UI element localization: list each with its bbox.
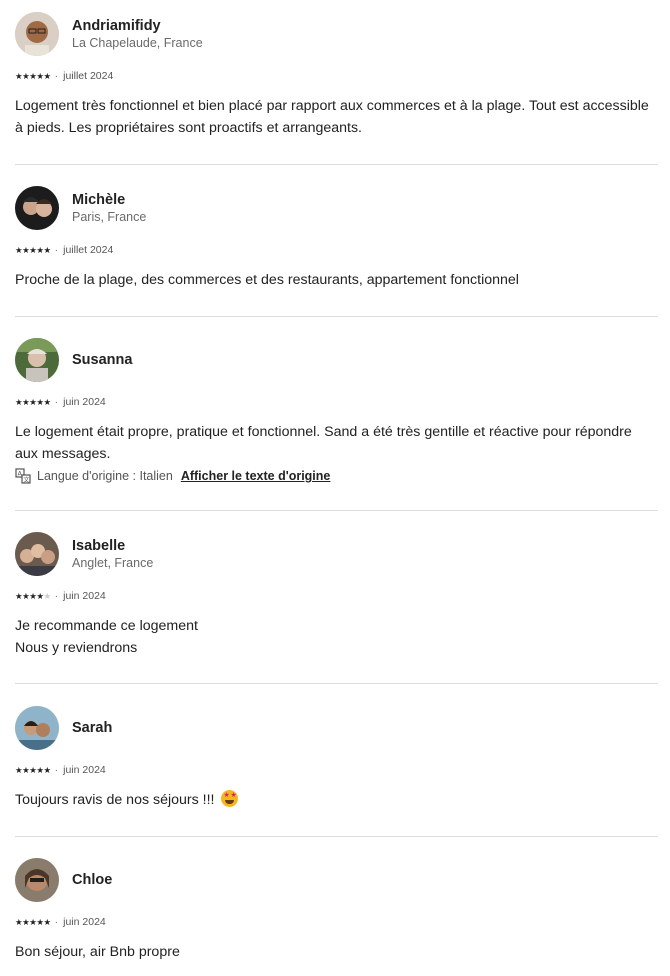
reviewer-name: Isabelle: [72, 538, 126, 554]
star-icon: ★: [36, 397, 44, 407]
reviewer-name: Susanna: [72, 352, 133, 368]
star-icon: ★: [29, 917, 37, 927]
review-text: Je recommande ce logement Nous y reviend…: [15, 615, 658, 659]
star-icon: ★: [36, 245, 44, 255]
review-text: Proche de la plage, des commerces et des…: [15, 269, 658, 291]
review-text-line: Le logement était propre, pratique et fo…: [15, 424, 632, 462]
star-icon: ★: [43, 765, 52, 775]
review-item: Chloe ★ ★ ★ ★ ★ · juin 2024 Bon séjour, air …: [15, 858, 658, 963]
reviewer-name: Sarah: [72, 720, 113, 736]
review-meta: ★ ★ ★ ★ ★ · juin 2024: [15, 764, 106, 776]
svg-text:文: 文: [23, 476, 29, 484]
reviewer-location: Anglet, France: [72, 556, 154, 570]
star-icon: ★: [36, 917, 44, 927]
review-date: juillet 2024: [63, 244, 114, 256]
star-icon: ★: [29, 397, 37, 407]
star-icon: ★: [43, 591, 52, 601]
rating-stars: ★ ★ ★ ★ ★: [15, 71, 51, 81]
review-meta: ★ ★ ★ ★ ★ · juillet 2024: [15, 244, 114, 256]
review-header: Susanna: [15, 338, 658, 382]
reviewer-name: Michèle: [72, 192, 126, 208]
review-date: juillet 2024: [63, 70, 114, 82]
review-meta: ★ ★ ★ ★ ★ · juillet 2024: [15, 70, 114, 82]
divider: [15, 164, 658, 165]
review-meta: ★ ★ ★ ★ ★ · juin 2024: [15, 916, 106, 928]
star-icon: ★: [22, 397, 30, 407]
star-icon: ★: [22, 591, 30, 601]
rating-stars: ★ ★ ★ ★ ★: [15, 397, 51, 407]
review-text-line: Toujours ravis de nos séjours !!!: [15, 792, 215, 808]
divider: [15, 683, 658, 684]
rating-stars: ★ ★ ★ ★ ★: [15, 765, 51, 775]
star-icon: ★: [15, 591, 23, 601]
rating-stars: ★ ★ ★ ★ ★: [15, 917, 51, 927]
star-icon: ★: [22, 917, 30, 927]
review-text: Toujours ravis de nos séjours !!! ★ ★: [15, 789, 658, 811]
review-header: Chloe: [15, 858, 658, 902]
review-text-line: Proche de la plage, des commerces et des…: [15, 272, 519, 288]
reviewer-location: La Chapelaude, France: [72, 36, 203, 50]
review-date: juin 2024: [63, 764, 106, 776]
review-text: Logement très fonctionnel et bien placé …: [15, 95, 658, 139]
review-header: Michèle Paris, France: [15, 186, 658, 230]
review-text-line: Bon séjour, air Bnb propre: [15, 944, 180, 960]
star-icon: ★: [22, 245, 30, 255]
star-icon: ★: [15, 71, 23, 81]
avatar[interactable]: [15, 858, 59, 902]
divider: [15, 836, 658, 837]
star-icon: ★: [43, 71, 52, 81]
star-icon: ★: [15, 245, 23, 255]
divider: [15, 316, 658, 317]
star-icon: ★: [15, 917, 23, 927]
review-text-line: Nous y reviendrons: [15, 640, 138, 656]
star-icon: ★: [36, 71, 44, 81]
star-icon: ★: [36, 765, 44, 775]
avatar[interactable]: [15, 706, 59, 750]
review-date: juin 2024: [63, 916, 106, 928]
star-icon: ★: [29, 245, 37, 255]
star-icon: ★: [29, 765, 37, 775]
review-meta: ★ ★ ★ ★ ★ · juin 2024: [15, 396, 106, 408]
review-text: Le logement était propre, pratique et fo…: [15, 421, 658, 465]
review-text: Bon séjour, air Bnb propre: [15, 941, 658, 963]
translate-icon: A文: [15, 468, 31, 484]
reviewer-location: Paris, France: [72, 210, 147, 224]
review-header: Sarah: [15, 706, 658, 750]
star-icon: ★: [29, 71, 37, 81]
review-item: Sarah ★ ★ ★ ★ ★ · juin 2024 Toujours ravis d…: [15, 706, 658, 811]
review-text-line: Logement très fonctionnel et bien placé …: [15, 98, 649, 136]
review-date: juin 2024: [63, 396, 106, 408]
star-icon: ★: [43, 245, 52, 255]
avatar[interactable]: [15, 12, 59, 56]
avatar[interactable]: [15, 338, 59, 382]
review-meta: ★ ★ ★ ★ ★ · juin 2024: [15, 590, 106, 602]
review-item: Michèle Paris, France ★ ★ ★ ★ ★ · juillet 20…: [15, 186, 658, 291]
translation-note: A文 Langue d'origine : Italien Afficher l…: [15, 466, 658, 486]
star-icon: ★: [43, 917, 52, 927]
star-icon: ★: [15, 397, 23, 407]
review-item: Isabelle Anglet, France ★ ★ ★ ★ ★ · juin 202…: [15, 532, 658, 659]
star-icon: ★: [22, 765, 30, 775]
star-icon: ★: [29, 591, 37, 601]
reviewer-name: Chloe: [72, 872, 113, 888]
star-icon: ★: [15, 765, 23, 775]
star-icon: ★: [22, 71, 30, 81]
rating-stars: ★ ★ ★ ★ ★: [15, 591, 51, 601]
original-language: Langue d'origine : Italien: [37, 469, 173, 483]
review-header: Isabelle Anglet, France: [15, 532, 658, 576]
avatar[interactable]: [15, 532, 59, 576]
review-text-line: Je recommande ce logement: [15, 618, 198, 634]
star-struck-emoji: ★ ★: [221, 790, 239, 807]
divider: [15, 510, 658, 511]
review-date: juin 2024: [63, 590, 106, 602]
star-icon: ★: [43, 397, 52, 407]
review-item: Susanna ★ ★ ★ ★ ★ · juin 2024 Le logement ét…: [15, 338, 658, 486]
review-item: Andriamifidy La Chapelaude, France ★ ★ ★ ★ ★…: [15, 12, 658, 139]
review-header: Andriamifidy La Chapelaude, France: [15, 12, 658, 56]
rating-stars: ★ ★ ★ ★ ★: [15, 245, 51, 255]
show-original-link[interactable]: Afficher le texte d'origine: [181, 469, 331, 483]
star-icon: ★: [36, 591, 44, 601]
reviewer-name: Andriamifidy: [72, 18, 161, 34]
avatar[interactable]: [15, 186, 59, 230]
